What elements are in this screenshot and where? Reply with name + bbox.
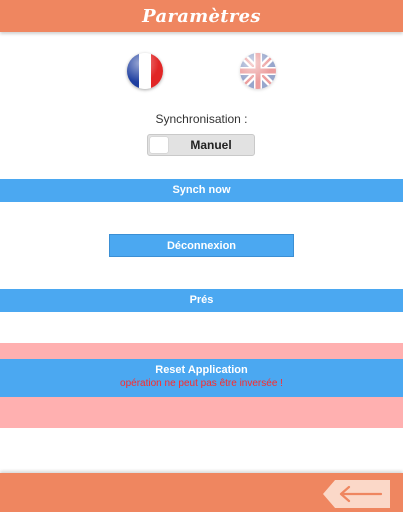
sync-label: Synchronisation : bbox=[155, 112, 248, 126]
sync-mode-toggle[interactable]: Manuel bbox=[147, 134, 255, 156]
sync-mode-value: Manuel bbox=[190, 138, 232, 152]
back-button[interactable] bbox=[323, 480, 390, 508]
language-fr-button[interactable] bbox=[127, 53, 163, 89]
header-bar: Paramètres bbox=[0, 0, 403, 32]
reset-warning: opération ne peut pas être inversée ! bbox=[120, 378, 283, 389]
synch-now-button[interactable]: Synch now bbox=[0, 179, 403, 202]
reset-label: Reset Application bbox=[155, 364, 248, 376]
uk-flag-icon bbox=[240, 53, 276, 89]
settings-page: Paramètres Synchronisation : Manuel Sync… bbox=[0, 0, 403, 512]
language-en-button[interactable] bbox=[240, 53, 276, 89]
arrow-left-icon bbox=[339, 485, 383, 503]
reset-application-button[interactable]: Reset Application opération ne peut pas … bbox=[0, 359, 403, 397]
logout-button[interactable]: Déconnexion bbox=[109, 234, 294, 257]
france-flag-icon bbox=[127, 53, 163, 89]
toggle-knob[interactable] bbox=[150, 137, 168, 153]
pres-button[interactable]: Prés bbox=[0, 289, 403, 312]
page-title: Paramètres bbox=[142, 5, 261, 27]
